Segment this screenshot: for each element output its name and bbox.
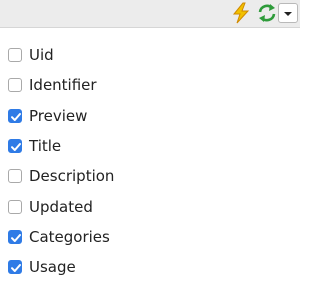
checkbox[interactable]	[8, 139, 22, 153]
dropdown-caret-icon	[284, 12, 292, 16]
column-visibility-menu: Uid Identifier Preview Title Description Upda…	[0, 27, 300, 276]
column-option-usage[interactable]: Usage	[0, 253, 300, 283]
lightning-icon[interactable]	[230, 2, 252, 24]
column-option-label: Uid	[29, 46, 54, 64]
checkbox[interactable]	[8, 109, 22, 123]
column-option-identifier[interactable]: Identifier	[0, 71, 300, 101]
column-option-label: Identifier	[29, 76, 97, 94]
checkmark-icon	[11, 143, 21, 151]
column-option-description[interactable]: Description	[0, 162, 300, 192]
toolbar	[0, 0, 300, 27]
column-option-label: Title	[29, 137, 62, 155]
checkbox[interactable]	[8, 78, 22, 92]
column-option-label: Description	[29, 167, 115, 185]
column-menu-button[interactable]	[278, 3, 298, 23]
checkmark-icon	[11, 264, 21, 272]
column-option-categories[interactable]: Categories	[0, 223, 300, 253]
column-option-label: Preview	[29, 107, 88, 125]
column-option-label: Updated	[29, 198, 93, 216]
checkbox[interactable]	[8, 260, 22, 274]
checkbox[interactable]	[8, 200, 22, 214]
checkmark-icon	[11, 113, 21, 121]
column-option-label: Categories	[29, 228, 110, 246]
column-option-label: Usage	[29, 258, 76, 276]
refresh-icon[interactable]	[256, 2, 278, 24]
column-option-updated[interactable]: Updated	[0, 193, 300, 223]
checkbox[interactable]	[8, 48, 22, 62]
column-option-title[interactable]: Title	[0, 132, 300, 162]
column-option-uid[interactable]: Uid	[0, 41, 300, 71]
checkbox[interactable]	[8, 230, 22, 244]
column-option-preview[interactable]: Preview	[0, 102, 300, 132]
checkbox[interactable]	[8, 169, 22, 183]
checkmark-icon	[11, 234, 21, 242]
